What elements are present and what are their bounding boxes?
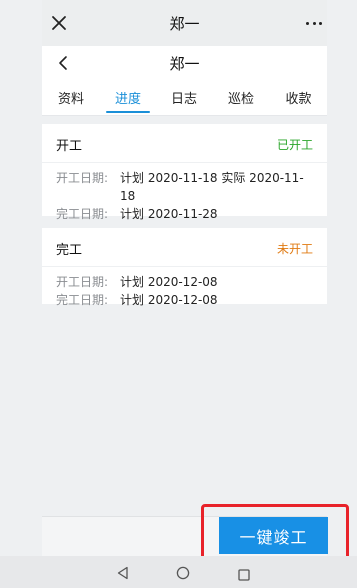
tab-label: 进度 (114, 92, 141, 107)
date-row: 开工日期: 计划 2020-11-18 实际 2020-11-18 (56, 169, 313, 205)
tab-log[interactable]: 日志 (156, 80, 212, 115)
tab-progress[interactable]: 进度 (100, 80, 156, 115)
triangle-back-icon[interactable] (116, 565, 130, 580)
date-value: 计划 2020-12-08 (120, 293, 218, 307)
top-bar: 郑一 (42, 0, 327, 46)
date-value: 计划 2020-11-28 (120, 207, 218, 221)
date-label: 完工日期: (56, 207, 109, 221)
chevron-left-icon[interactable] (56, 54, 70, 72)
stage-card-finish[interactable]: 完工 未开工 开工日期: 计划 2020-12-08 完工日期: 计划 2020… (42, 228, 327, 307)
divider (42, 162, 327, 163)
card-header: 完工 未开工 (56, 238, 313, 258)
tab-inspection[interactable]: 巡检 (212, 80, 270, 115)
window-title: 郑一 (169, 14, 200, 33)
stage-card-start[interactable]: 开工 已开工 开工日期: 计划 2020-11-18 实际 2020-11-18… (42, 124, 327, 221)
page-title: 郑一 (169, 54, 200, 73)
status-badge: 已开工 (276, 137, 313, 152)
date-row: 完工日期: 计划 2020-11-28 (56, 205, 313, 223)
date-value: 计划 2020-11-18 实际 2020-11-18 (120, 171, 304, 203)
tab-profile[interactable]: 资料 (42, 80, 100, 115)
tab-label: 资料 (57, 92, 84, 107)
card-title: 开工 (56, 138, 83, 154)
date-row: 完工日期: 计划 2020-12-08 (56, 291, 313, 309)
tab-bar: 资料 进度 日志 巡检 收款 (42, 80, 327, 116)
nav-bar: 郑一 (42, 46, 327, 80)
status-badge: 未开工 (276, 241, 313, 256)
date-row: 开工日期: 计划 2020-12-08 (56, 273, 313, 291)
tab-label: 巡检 (227, 92, 254, 107)
close-icon[interactable] (48, 12, 70, 34)
tab-label: 收款 (285, 92, 312, 107)
card-header: 开工 已开工 (56, 134, 313, 154)
circle-home-icon[interactable] (176, 565, 190, 580)
system-nav-bar (0, 556, 357, 588)
date-label: 完工日期: (56, 293, 109, 307)
divider (42, 266, 327, 267)
content-column: 郑一 郑一 资料 进度 日志 巡检 收款 开工 已开工 开工日期: 计划 202… (42, 0, 327, 588)
more-icon[interactable] (303, 13, 325, 33)
card-title: 完工 (56, 242, 83, 258)
square-recent-icon[interactable] (238, 566, 250, 581)
tab-payment[interactable]: 收款 (270, 80, 327, 115)
date-label: 开工日期: (56, 275, 109, 289)
tab-label: 日志 (170, 92, 197, 107)
date-value: 计划 2020-12-08 (120, 275, 218, 289)
date-label: 开工日期: (56, 171, 109, 185)
one-click-finish-button[interactable]: 一键竣工 (219, 517, 328, 554)
app-screen: 郑一 郑一 资料 进度 日志 巡检 收款 开工 已开工 开工日期: 计划 202… (0, 0, 357, 588)
